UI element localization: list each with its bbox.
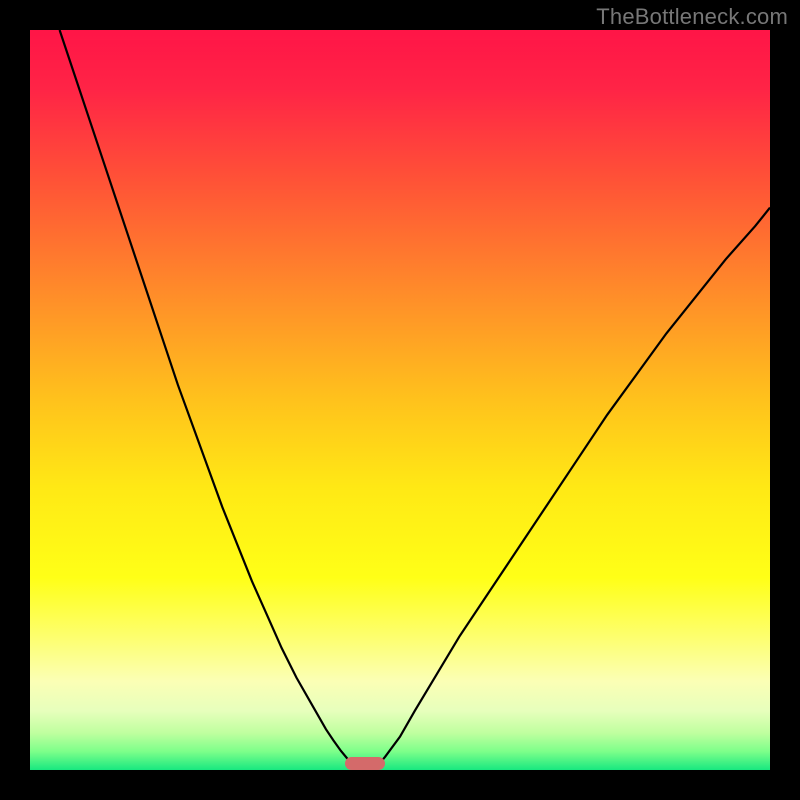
plot-area <box>30 30 770 770</box>
chart-frame: TheBottleneck.com <box>0 0 800 800</box>
bottleneck-marker <box>345 757 386 770</box>
curve-layer <box>30 30 770 770</box>
curve-right-branch <box>378 208 770 766</box>
watermark-text: TheBottleneck.com <box>596 4 788 30</box>
curve-left-branch <box>60 30 352 766</box>
